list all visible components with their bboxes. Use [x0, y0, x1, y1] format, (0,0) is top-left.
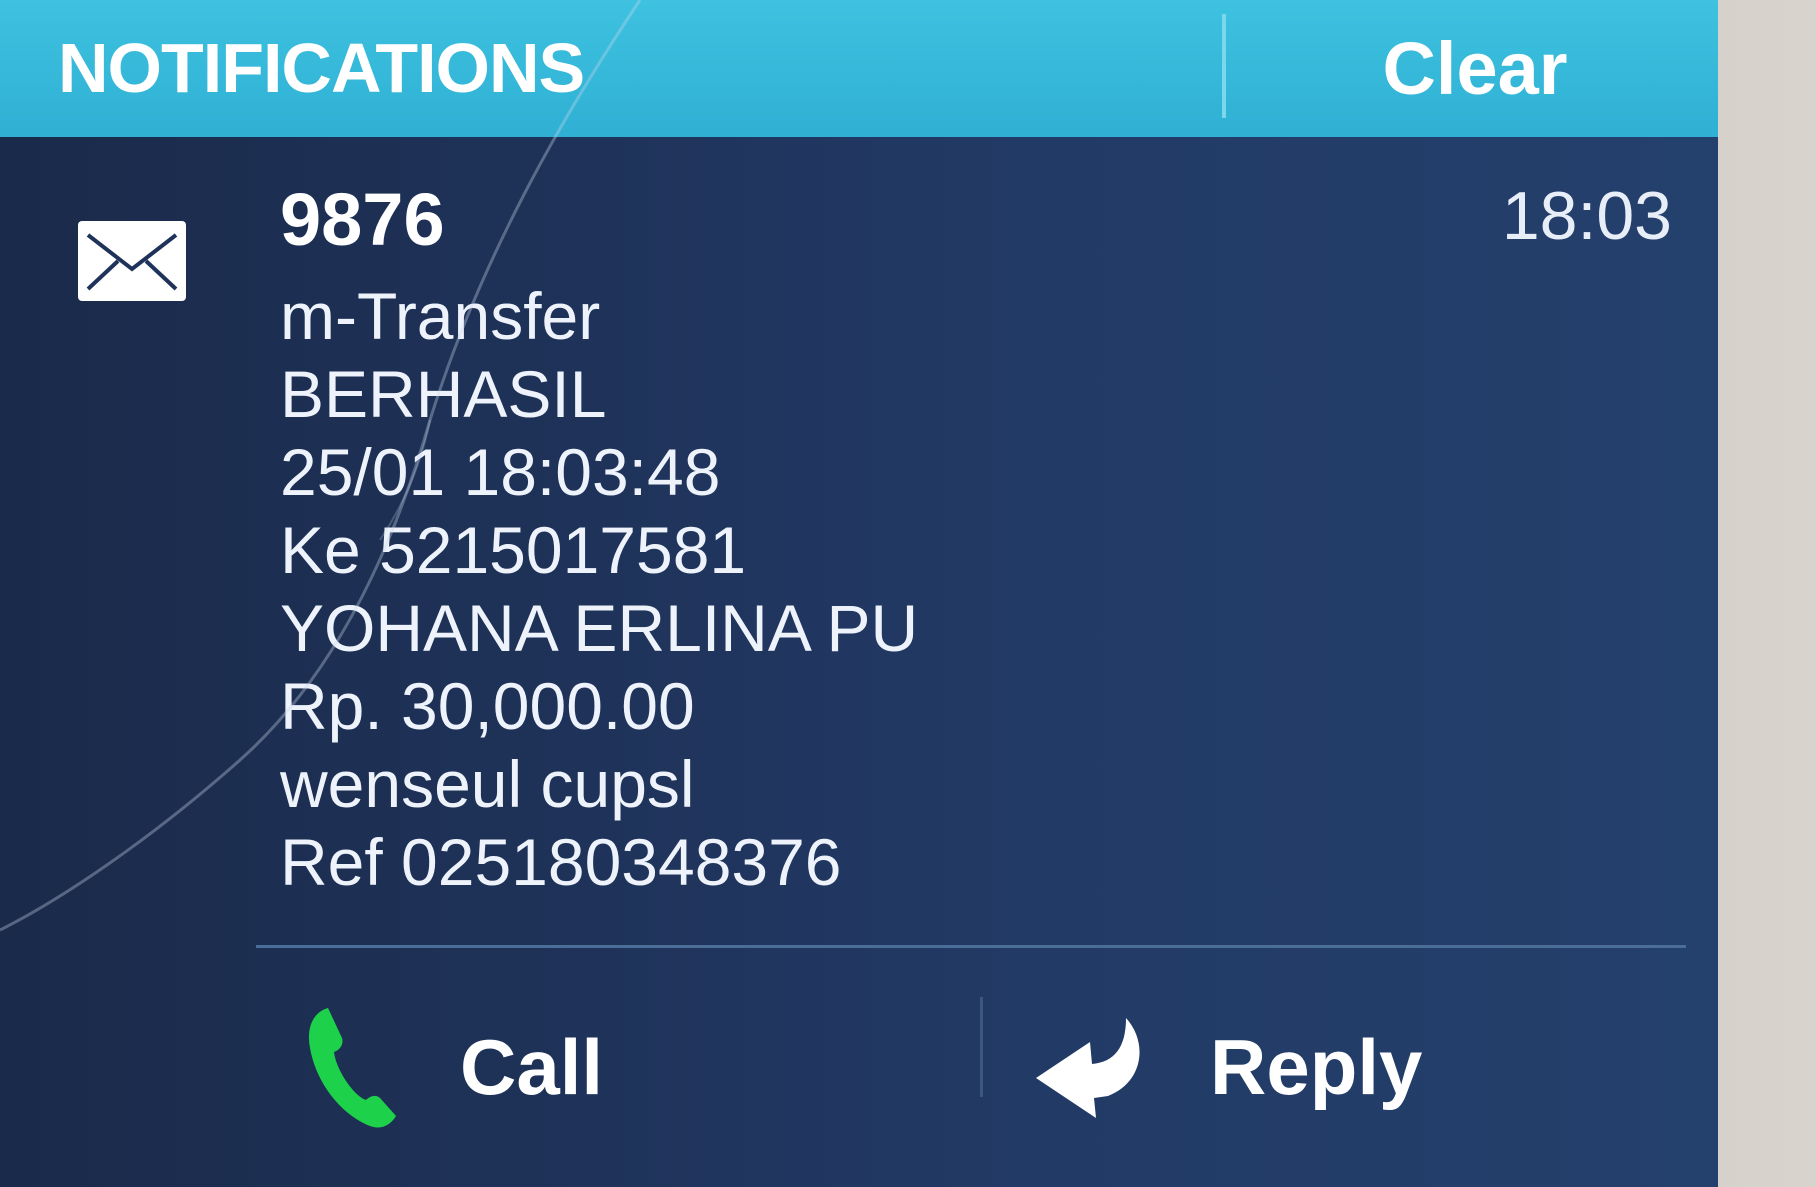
- message-time: 18:03: [1501, 178, 1672, 254]
- notification-panel: NOTIFICATIONS Clear 9876 18:03 m-Transfe…: [0, 0, 1718, 1187]
- message-line: 25/01 18:03:48: [280, 435, 721, 509]
- clear-button[interactable]: Clear: [1232, 0, 1718, 137]
- message-line: Ke 5215017581: [280, 513, 747, 587]
- notifications-header: NOTIFICATIONS Clear: [0, 0, 1718, 137]
- message-line: Rp. 30,000.00: [280, 669, 695, 743]
- message-line: BERHASIL: [280, 357, 607, 431]
- action-separator: [980, 997, 983, 1097]
- phone-icon: [308, 1008, 396, 1128]
- reply-label: Reply: [1210, 1022, 1423, 1111]
- action-divider: [256, 945, 1686, 948]
- message-line: m-Transfer: [280, 279, 601, 353]
- call-button[interactable]: Call: [300, 967, 960, 1167]
- sms-notification[interactable]: 9876 18:03 m-Transfer BERHASIL 25/01 18:…: [0, 137, 1718, 1187]
- header-title: NOTIFICATIONS: [58, 29, 585, 107]
- message-body: m-Transfer BERHASIL 25/01 18:03:48 Ke 52…: [280, 277, 918, 901]
- envelope-icon: [78, 221, 186, 301]
- header-divider: [1222, 14, 1226, 118]
- reply-button[interactable]: Reply: [1030, 967, 1670, 1167]
- message-line: wenseul cupsl: [280, 747, 695, 821]
- message-line: Ref 025180348376: [280, 825, 842, 899]
- reply-arrow-icon: [1036, 1018, 1140, 1118]
- message-line: YOHANA ERLINA PU: [280, 591, 919, 665]
- sender-number: 9876: [280, 178, 445, 261]
- call-label: Call: [460, 1022, 604, 1111]
